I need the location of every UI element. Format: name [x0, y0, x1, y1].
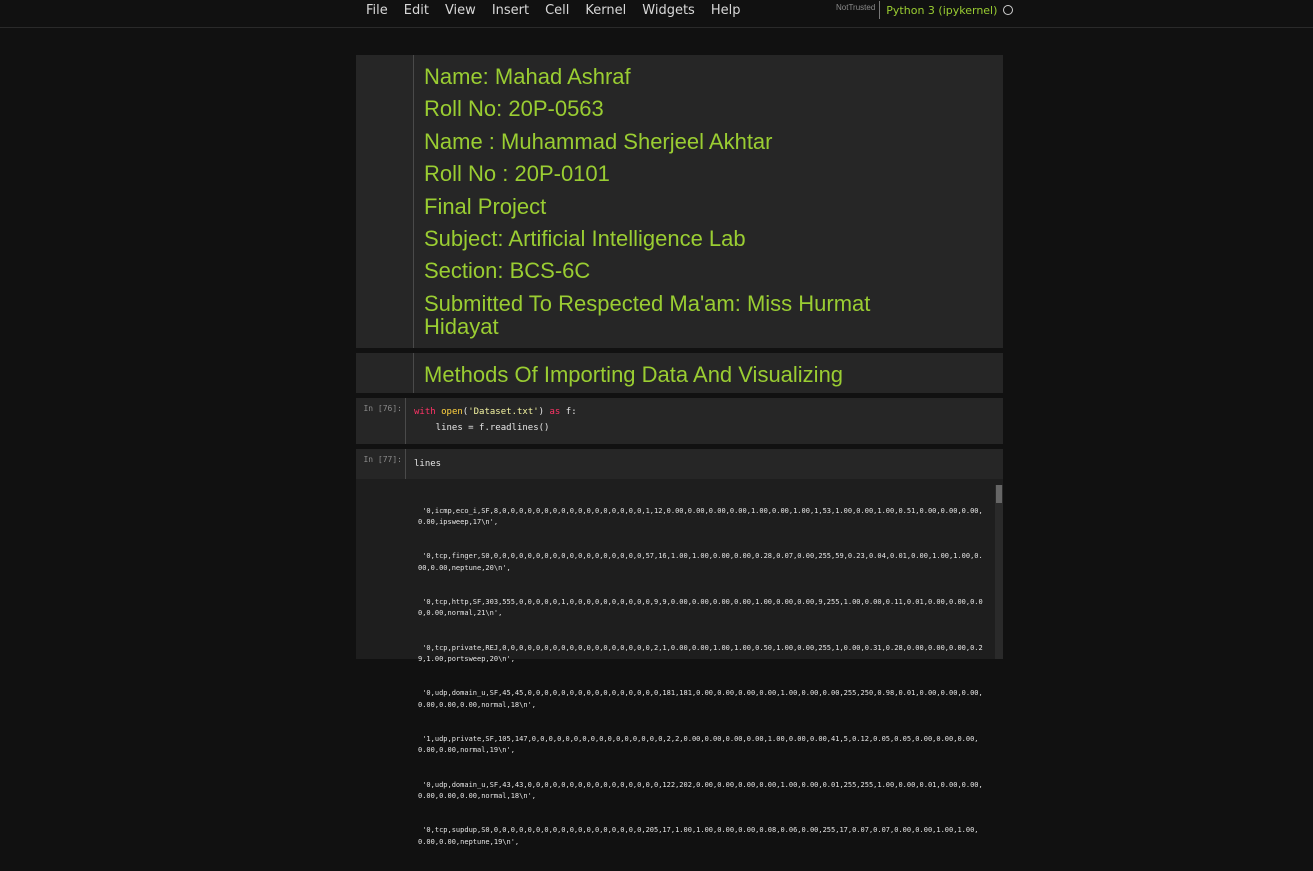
output-line: '0,tcp,supdup,S0,0,0,0,0,0,0,0,0,0,0,0,0…	[418, 826, 979, 846]
code-line-1: with open('Dataset.txt') as f:	[414, 407, 577, 417]
code-cell-76[interactable]: In [76]: with open('Dataset.txt') as f: …	[356, 398, 1003, 444]
output-line: '0,tcp,http,SF,303,555,0,0,0,0,0,1,0,0,0…	[418, 598, 983, 618]
output-line: '1,udp,private,SF,105,147,0,0,0,0,0,0,0,…	[418, 734, 979, 755]
keyword-with: with	[414, 407, 436, 417]
md-line-roll-2: Roll No : 20P-0101	[424, 161, 610, 187]
scrollbar-thumb[interactable]	[996, 485, 1002, 503]
md-line-roll-1: Roll No: 20P-0563	[424, 96, 604, 122]
code-line-2: lines = f.readlines()	[414, 423, 550, 433]
menu-widgets[interactable]: Widgets	[634, 0, 703, 22]
trust-indicator[interactable]: NotTrusted	[832, 1, 881, 19]
cell-prompt: In [76]:	[363, 404, 402, 413]
output-line: '0,icmp,eco_i,SF,8,0,0,0,0,0,0,0,0,0,0,0…	[418, 506, 983, 527]
markdown-cell-heading[interactable]: Methods Of Importing Data And Visualizin…	[356, 353, 1003, 393]
menu-kernel[interactable]: Kernel	[577, 0, 634, 22]
md-line-name-1: Name: Mahad Ashraf	[424, 64, 631, 89]
kernel-status: NotTrusted Python 3 (ipykernel)	[832, 0, 1014, 20]
menu-bar: File Edit View Insert Cell Kernel Widget…	[0, 0, 1313, 28]
menu-view[interactable]: View	[437, 0, 484, 22]
menu-items: File Edit View Insert Cell Kernel Widget…	[358, 0, 748, 22]
md-line-submitted-to: Submitted To Respected Ma'am: Miss Hurma…	[424, 290, 877, 339]
string-literal: 'Dataset.txt'	[468, 407, 539, 417]
kernel-idle-icon	[1003, 5, 1014, 15]
md-line-name-2: Name : Muhammad Sherjeel Akhtar	[424, 128, 773, 154]
code-line-1: lines	[414, 459, 442, 469]
cell-prompt: In [77]:	[363, 455, 402, 464]
menu-cell[interactable]: Cell	[537, 0, 577, 22]
output-text: '0,icmp,eco_i,SF,8,0,0,0,0,0,0,0,0,0,0,0…	[418, 483, 984, 871]
output-line: '0,tcp,finger,S0,0,0,0,0,0,0,0,0,0,0,0,0…	[418, 552, 983, 572]
output-line: '0,udp,domain_u,SF,45,45,0,0,0,0,0,0,0,0…	[418, 689, 983, 709]
kernel-name[interactable]: Python 3 (ipykernel)	[880, 4, 997, 17]
keyword-as: as	[549, 407, 561, 417]
menu-edit[interactable]: Edit	[396, 0, 437, 22]
code-rest: f:	[560, 407, 577, 417]
md-line-project: Final Project	[424, 193, 547, 219]
output-line: '0,udp,domain_u,SF,43,43,0,0,0,0,0,0,0,0…	[418, 780, 983, 800]
code-editor[interactable]: with open('Dataset.txt') as f: lines = f…	[405, 398, 1003, 444]
builtin-open: open	[441, 407, 463, 417]
code-editor[interactable]: lines	[405, 449, 1003, 479]
output-scrollbar[interactable]	[995, 485, 1003, 659]
menu-help[interactable]: Help	[703, 0, 749, 22]
menu-insert[interactable]: Insert	[484, 0, 537, 22]
md-line-section: Section: BCS-6C	[424, 258, 591, 284]
output-area: '0,icmp,eco_i,SF,8,0,0,0,0,0,0,0,0,0,0,0…	[356, 479, 1003, 846]
section-heading: Methods Of Importing Data And Visualizin…	[424, 362, 844, 387]
markdown-body: Name: Mahad Ashraf Roll No: 20P-0563 Nam…	[413, 55, 1003, 348]
markdown-body: Methods Of Importing Data And Visualizin…	[413, 353, 1003, 393]
menu-file[interactable]: File	[358, 0, 396, 22]
output-line: '0,tcp,private,REJ,0,0,0,0,0,0,0,0,0,0,0…	[418, 643, 983, 664]
md-line-subject: Subject: Artificial Intelligence Lab	[424, 226, 746, 252]
markdown-cell-info[interactable]: Name: Mahad Ashraf Roll No: 20P-0563 Nam…	[356, 55, 1003, 348]
code-cell-77[interactable]: In [77]: lines '0,icmp,eco_i,SF,8,0,0,0,…	[356, 449, 1003, 846]
